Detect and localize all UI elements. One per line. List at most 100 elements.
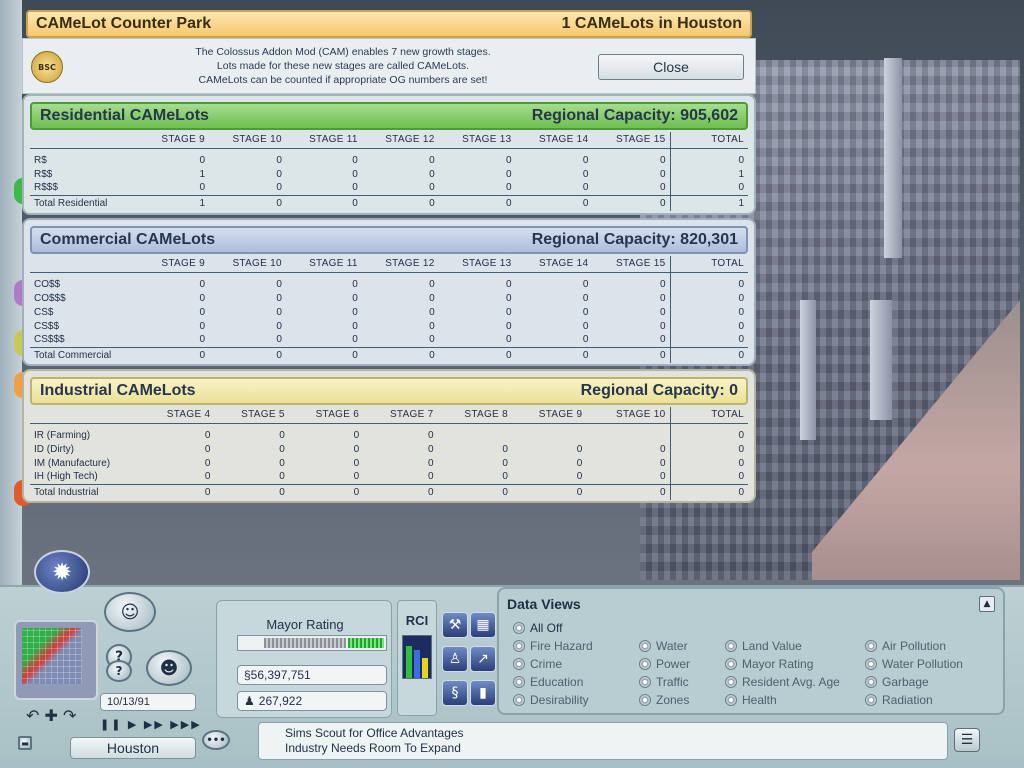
data-view-option[interactable]: Radiation: [865, 693, 933, 707]
data-view-option[interactable]: Land Value: [725, 639, 802, 653]
radio-icon[interactable]: [513, 676, 525, 688]
radio-icon[interactable]: [513, 622, 525, 634]
data-view-option[interactable]: Fire Hazard: [513, 639, 593, 653]
city-name[interactable]: Houston: [70, 737, 196, 759]
data-view-option[interactable]: Air Pollution: [865, 639, 946, 653]
map-icon[interactable]: ▦: [470, 612, 496, 638]
table-cell: 0: [582, 278, 589, 290]
budget-icon[interactable]: §: [442, 680, 468, 706]
close-button[interactable]: Close: [598, 54, 744, 80]
table-cell: 0: [669, 305, 748, 319]
table-cell: 0: [659, 168, 666, 180]
minimize-icon[interactable]: ▬: [18, 736, 32, 750]
total-cell: 0: [288, 483, 364, 500]
table-cell: 0: [502, 443, 508, 455]
navigation-arrows[interactable]: ↶ ✚ ↷: [26, 706, 76, 725]
graph-icon[interactable]: ↗: [470, 646, 496, 672]
data-view-option[interactable]: Resident Avg. Age: [725, 675, 840, 689]
radio-icon[interactable]: [725, 676, 737, 688]
table-cell: 0: [276, 292, 282, 304]
news-ticker[interactable]: Sims Scout for Office Advantages Industr…: [258, 722, 948, 760]
data-view-option[interactable]: Water: [639, 639, 688, 653]
radio-icon[interactable]: [725, 658, 737, 670]
radio-icon[interactable]: [865, 640, 877, 652]
table-cell: 0: [428, 471, 434, 483]
total-cell: 0: [592, 194, 670, 211]
sun-icon[interactable]: ✹: [34, 550, 90, 594]
table-cell: 0: [276, 278, 282, 290]
sims-icon[interactable]: ☺: [104, 592, 156, 632]
data-view-option[interactable]: Health: [725, 693, 777, 707]
total-cell: 0: [361, 194, 439, 211]
data-views-title: Data Views: [507, 596, 581, 612]
radio-icon[interactable]: [865, 694, 877, 706]
table-cell: [586, 428, 670, 442]
total-cell: 0: [669, 483, 748, 500]
commercial-table: STAGE 9 STAGE 10 STAGE 11 STAGE 12 STAGE 13 S…: [30, 256, 748, 363]
table-cell: 0: [505, 154, 512, 166]
column-header: TOTAL: [669, 407, 748, 424]
table-cell: 0: [199, 334, 206, 346]
info-line: Lots made for these new stages are calle…: [216, 60, 470, 72]
table-cell: 0: [352, 168, 358, 180]
table-cell: 0: [353, 471, 360, 483]
advisor-person-icon[interactable]: ♙: [442, 646, 468, 672]
table-cell: 0: [279, 443, 285, 455]
news-icon[interactable]: ☰: [954, 728, 980, 752]
tower-building: [800, 300, 816, 440]
data-view-option[interactable]: Education: [513, 675, 583, 689]
radio-icon[interactable]: [639, 694, 651, 706]
total-cell: 0: [515, 194, 593, 211]
data-view-option[interactable]: Desirability: [513, 693, 589, 707]
data-view-option[interactable]: Crime: [513, 657, 562, 671]
radio-icon[interactable]: [639, 658, 651, 670]
minimize-icon[interactable]: ▲: [979, 596, 995, 612]
table-cell: 0: [659, 334, 666, 346]
radio-icon[interactable]: [865, 658, 877, 670]
table-header-row: STAGE 9 STAGE 10 STAGE 11 STAGE 12 STAGE 13 S…: [30, 132, 748, 149]
data-view-option[interactable]: Water Pollution: [865, 657, 963, 671]
total-cell: 0: [586, 483, 670, 500]
industrial-table: STAGE 4 STAGE 5 STAGE 6 STAGE 7 STAGE 8 STAGE…: [30, 407, 748, 500]
radio-icon[interactable]: [725, 694, 737, 706]
table-cell: 0: [429, 168, 435, 180]
radio-icon[interactable]: [513, 694, 525, 706]
total-label: Total Industrial: [30, 483, 140, 500]
radio-icon[interactable]: [639, 676, 651, 688]
build-icon[interactable]: ⚒: [442, 612, 468, 638]
table-cell: 0: [352, 306, 358, 318]
radio-icon[interactable]: [725, 640, 737, 652]
data-view-option[interactable]: Zones: [639, 693, 689, 707]
total-cell: 0: [515, 346, 593, 363]
help-icon-secondary[interactable]: ?: [106, 660, 132, 682]
advisor-icon[interactable]: ☻: [146, 650, 192, 686]
minimap-grid[interactable]: [22, 628, 82, 684]
table-cell: 0: [659, 443, 666, 455]
data-view-option[interactable]: Garbage: [865, 675, 929, 689]
date-display: 10/13/91: [100, 693, 196, 711]
radio-icon[interactable]: [639, 640, 651, 652]
radio-icon[interactable]: [513, 658, 525, 670]
mayor-rating-bar-empty: [264, 638, 346, 648]
options-icon[interactable]: •••: [202, 730, 230, 750]
radio-icon[interactable]: [513, 640, 525, 652]
funds-text: §56,397,751: [244, 668, 311, 682]
data-view-option[interactable]: Mayor Rating: [725, 657, 813, 671]
radio-icon[interactable]: [865, 676, 877, 688]
speed-controls[interactable]: ❚❚ ▶ ▶▶ ▶▶▶: [100, 718, 202, 731]
mayor-rating-bar: [237, 635, 387, 651]
data-view-option[interactable]: Traffic: [639, 675, 689, 689]
chart-icon[interactable]: ▮: [470, 680, 496, 706]
data-view-option[interactable]: Power: [639, 657, 690, 671]
row-label: CS$: [34, 306, 54, 318]
data-view-label: Garbage: [882, 675, 929, 689]
info-area: BSC The Colossus Addon Mod (CAM) enables…: [22, 38, 756, 94]
data-view-option[interactable]: All Off: [513, 621, 562, 635]
data-view-label: Power: [656, 657, 691, 671]
column-header: STAGE 12: [361, 132, 439, 149]
person-icon: ♟: [244, 694, 255, 708]
tower-building: [884, 58, 902, 258]
rci-panel[interactable]: RCI: [397, 600, 437, 716]
column-header: STAGE 10: [209, 132, 286, 149]
minimap[interactable]: [14, 620, 98, 700]
